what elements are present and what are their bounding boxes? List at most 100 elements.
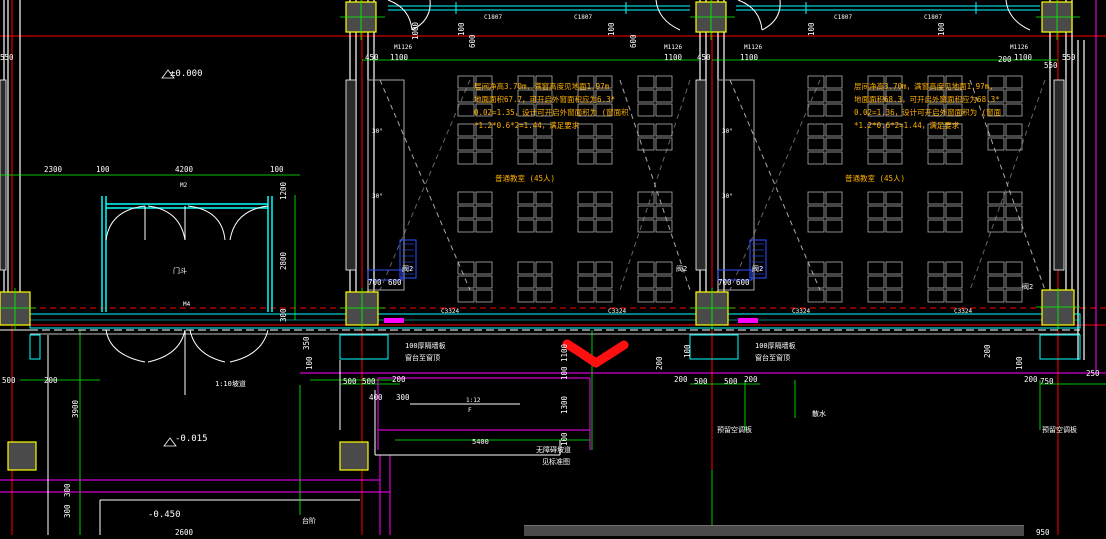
- desk: [595, 261, 613, 275]
- desk: [885, 205, 903, 219]
- desk: [825, 289, 843, 303]
- desk: [535, 289, 553, 303]
- desk: [867, 219, 885, 233]
- dimension: 1200: [279, 181, 288, 200]
- desk: [987, 123, 1005, 137]
- dimension: 550: [0, 53, 14, 62]
- dimension: 100: [560, 432, 569, 446]
- desk: [825, 275, 843, 289]
- desk: [517, 275, 535, 289]
- dimension: 450: [365, 53, 379, 62]
- desk: [637, 275, 655, 289]
- classroom-notes: 层间净高3.70m，满窗高度见地面1.97m 地面面积67.7，可开启外窗面积应…: [474, 81, 1002, 183]
- dimension: 300: [396, 393, 410, 402]
- desk: [987, 137, 1005, 151]
- angle-label: 30°: [372, 193, 383, 200]
- desk: [595, 205, 613, 219]
- hatch-label: 阀2: [1022, 282, 1033, 291]
- desk: [517, 191, 535, 205]
- desk: [885, 191, 903, 205]
- desk: [457, 191, 475, 205]
- desk: [1005, 261, 1023, 275]
- desk: [577, 137, 595, 151]
- desk: [637, 75, 655, 89]
- desk: [535, 219, 553, 233]
- dimension: 500: [362, 377, 376, 386]
- dimension: 100: [457, 22, 466, 36]
- desk: [825, 191, 843, 205]
- dimension: 100: [305, 356, 314, 370]
- desk: [825, 137, 843, 151]
- desk: [825, 219, 843, 233]
- dimension: 500: [2, 376, 16, 385]
- note-line: 预留空调板: [1042, 425, 1077, 434]
- door-tag: M1126: [664, 44, 682, 51]
- desk: [1005, 89, 1023, 103]
- desk: [807, 137, 825, 151]
- desk: [867, 261, 885, 275]
- dimension: 250: [1086, 369, 1100, 378]
- desk: [637, 123, 655, 137]
- dimension: 1100: [560, 343, 569, 362]
- desk: [535, 205, 553, 219]
- dimension: 2800: [279, 251, 288, 270]
- note-line: 层间净高3.70m，满窗高度见地面1.97m: [474, 81, 610, 91]
- dimension: 550: [1062, 53, 1076, 62]
- desk: [927, 205, 945, 219]
- desk: [807, 89, 825, 103]
- desk: [807, 123, 825, 137]
- desk: [1005, 137, 1023, 151]
- note-line: 地面面积67.7，可开启外窗面积应为6.3*: [474, 94, 615, 104]
- dimension: 550: [1044, 61, 1058, 70]
- desk: [807, 205, 825, 219]
- desk: [987, 261, 1005, 275]
- desk: [945, 151, 963, 165]
- structural-columns: [0, 1, 1075, 471]
- desk: [517, 137, 535, 151]
- desk: [825, 103, 843, 117]
- desk: [535, 191, 553, 205]
- desk: [577, 275, 595, 289]
- door-tag-m2: M2: [180, 182, 188, 189]
- note-line: 窗台至窗顶: [405, 353, 440, 362]
- window-tag: C3324: [792, 308, 810, 315]
- desk: [867, 289, 885, 303]
- desk: [535, 151, 553, 165]
- desk: [595, 289, 613, 303]
- desk: [577, 205, 595, 219]
- door-tag: M1126: [1010, 44, 1028, 51]
- hatch-label: 阀2: [676, 264, 687, 273]
- status-bar[interactable]: [524, 525, 1024, 536]
- desk: [457, 289, 475, 303]
- dimension: 700: [718, 278, 732, 287]
- desk: [927, 191, 945, 205]
- dimension: 200: [998, 55, 1012, 64]
- elevation-label-3: -0.450: [148, 510, 181, 520]
- desk: [1005, 75, 1023, 89]
- plinth-label: 台阶: [302, 516, 316, 525]
- desk: [577, 123, 595, 137]
- desk: [535, 261, 553, 275]
- desk: [945, 191, 963, 205]
- dimension: 200: [983, 344, 992, 358]
- desk: [637, 89, 655, 103]
- desk: [457, 261, 475, 275]
- desk: [595, 137, 613, 151]
- desk: [577, 219, 595, 233]
- door-tag-m4: 门斗: [173, 266, 187, 275]
- dimension: 100: [270, 165, 284, 174]
- note-line: 地面面积68.3，可开启外窗面积应为68.3*: [854, 94, 1000, 104]
- desk: [475, 151, 493, 165]
- dimension: 5400: [472, 438, 489, 446]
- desk: [867, 191, 885, 205]
- desk: [475, 219, 493, 233]
- cad-drawing-viewport[interactable]: ±0.000 M2 门斗 M4 1:10坡道 -0.015 -0.450 台阶 …: [0, 0, 1106, 537]
- floor-plan-canvas[interactable]: ±0.000 M2 门斗 M4 1:10坡道 -0.015 -0.450 台阶 …: [0, 0, 1106, 537]
- desk: [577, 151, 595, 165]
- desk: [885, 219, 903, 233]
- desk: [595, 151, 613, 165]
- desk: [825, 75, 843, 89]
- desk: [457, 205, 475, 219]
- desk: [945, 205, 963, 219]
- desk: [457, 137, 475, 151]
